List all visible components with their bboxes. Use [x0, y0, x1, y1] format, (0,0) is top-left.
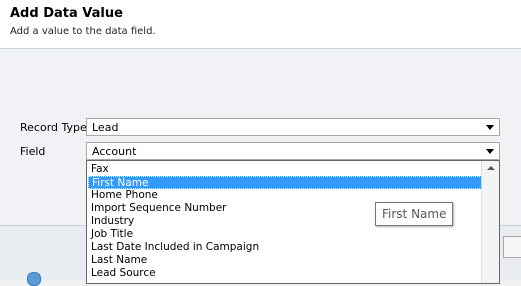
field-label: Field	[20, 145, 46, 158]
dropdown-option-home-phone[interactable]: Home Phone	[88, 189, 482, 202]
dialog-subtitle: Add a value to the data field.	[10, 26, 156, 37]
tooltip: First Name	[375, 202, 454, 226]
dropdown-option-fax[interactable]: Fax	[88, 163, 482, 176]
globe-icon	[27, 272, 41, 286]
dialog-header: Add Data Value Add a value to the data f…	[0, 0, 521, 49]
field-select[interactable]: Account	[86, 142, 500, 160]
dropdown-option-job-title[interactable]: Job Title	[88, 228, 482, 241]
scroll-up-icon[interactable]	[487, 166, 495, 170]
record-type-value: Lead	[92, 121, 119, 134]
dropdown-option-last-name[interactable]: Last Name	[88, 254, 482, 267]
dropdown-option-last-date-included[interactable]: Last Date Included in Campaign	[88, 241, 482, 254]
chevron-down-icon[interactable]	[486, 125, 494, 130]
chevron-down-icon[interactable]	[486, 149, 494, 154]
dropdown-scrollbar[interactable]	[481, 161, 499, 283]
footer-button[interactable]	[503, 236, 521, 258]
dropdown-option-first-name[interactable]: First Name	[88, 176, 482, 189]
record-type-select[interactable]: Lead	[86, 118, 500, 136]
dialog-title: Add Data Value	[10, 6, 123, 21]
field-value: Account	[92, 145, 137, 158]
dropdown-option-lead-source[interactable]: Lead Source	[88, 267, 482, 280]
record-type-label: Record Type	[20, 121, 87, 134]
